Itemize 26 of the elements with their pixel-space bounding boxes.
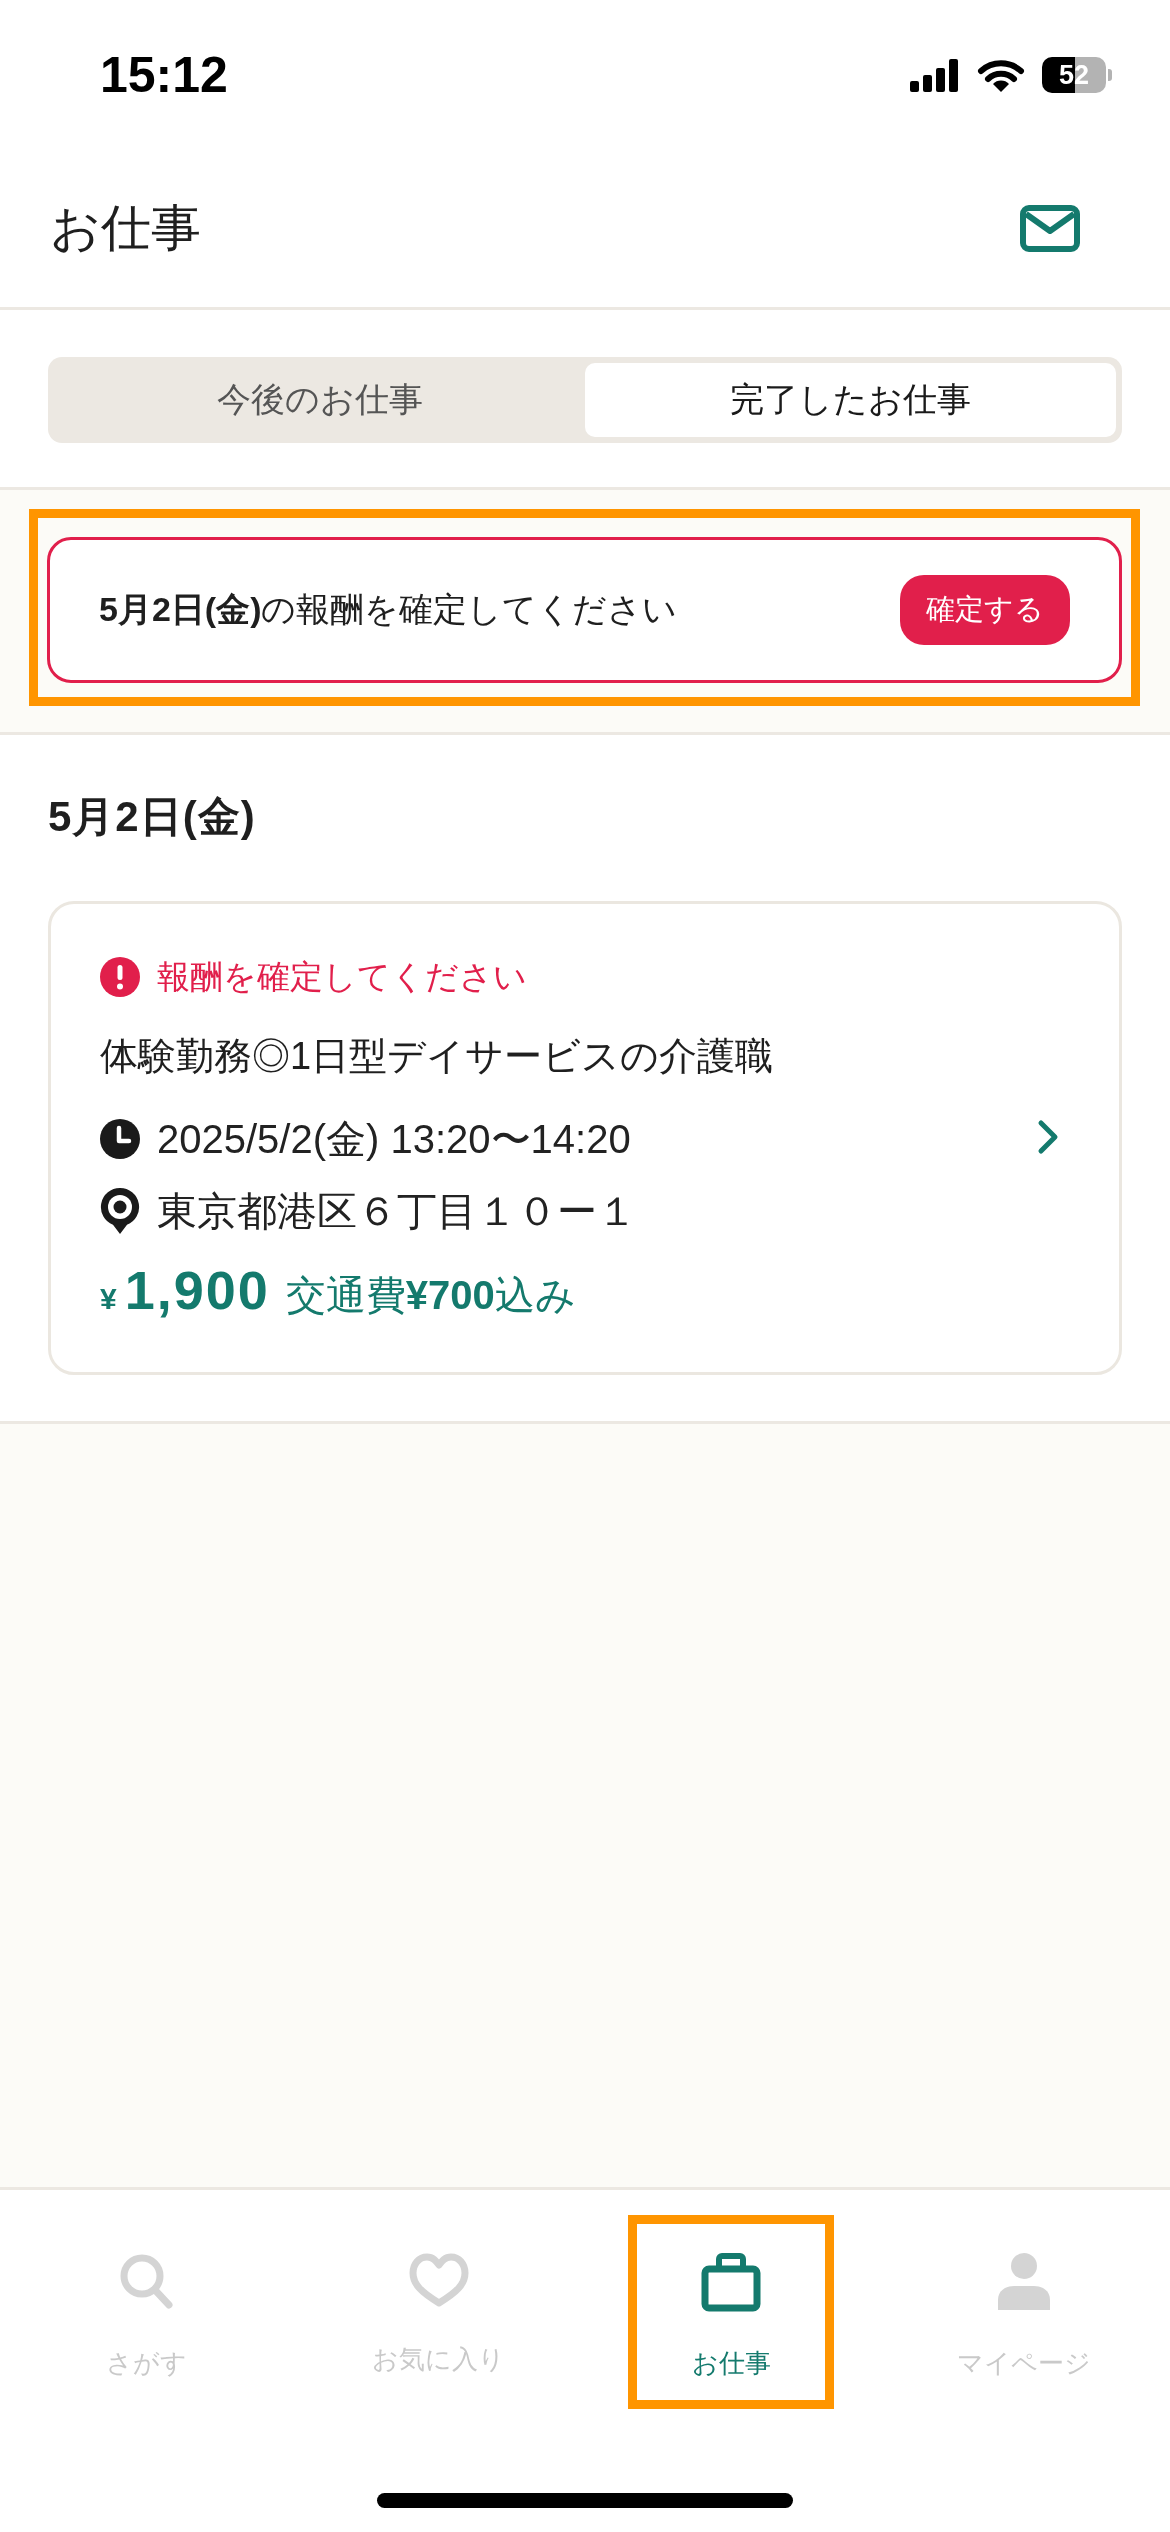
heart-icon — [408, 2252, 469, 2308]
clock-icon — [100, 1119, 140, 1159]
date-heading: 5月2日(金) — [48, 793, 256, 841]
search-icon — [118, 2252, 175, 2312]
confirm-button[interactable]: 確定する — [900, 575, 1070, 645]
tab[interactable]: 今後のお仕事 — [54, 363, 585, 437]
person-icon — [995, 2252, 1052, 2312]
job-address: 東京都港区６丁目１０ー１ — [157, 1187, 637, 1235]
briefcase-icon — [701, 2252, 762, 2312]
job-datetime: 2025/5/2(金) 13:20〜14:20 — [157, 1115, 631, 1163]
wifi-icon — [977, 57, 1025, 93]
location-pin-icon — [100, 1187, 140, 1235]
chevron-right-icon — [1037, 1119, 1059, 1155]
status-time: 15:12 — [100, 46, 228, 104]
alert-icon — [100, 957, 140, 997]
signal-icon — [910, 58, 960, 92]
job-price: ¥1,900 — [100, 1259, 270, 1321]
transport-fee-note: 交通費¥700込み — [285, 1272, 576, 1319]
alert-message: 報酬を確定してください — [157, 956, 527, 997]
page-title: お仕事 — [50, 199, 201, 258]
tab[interactable]: 完了したお仕事 — [585, 363, 1116, 437]
nav-tab[interactable]: お仕事 — [628, 2215, 835, 2409]
job-title: 体験勤務◎1日型デイサービスの介護職 — [100, 1034, 774, 1079]
job-card[interactable]: 報酬を確定してください 体験勤務◎1日型デイサービスの介護職 2025/5/2(金) 13:20〜14:20 東京都港区６丁目１０ー１ ¥1,900 交通費¥700込み — [48, 901, 1122, 1375]
notice-message: 5月2日(金)の報酬を確定してください — [99, 589, 678, 630]
mail-icon[interactable] — [1020, 205, 1080, 252]
